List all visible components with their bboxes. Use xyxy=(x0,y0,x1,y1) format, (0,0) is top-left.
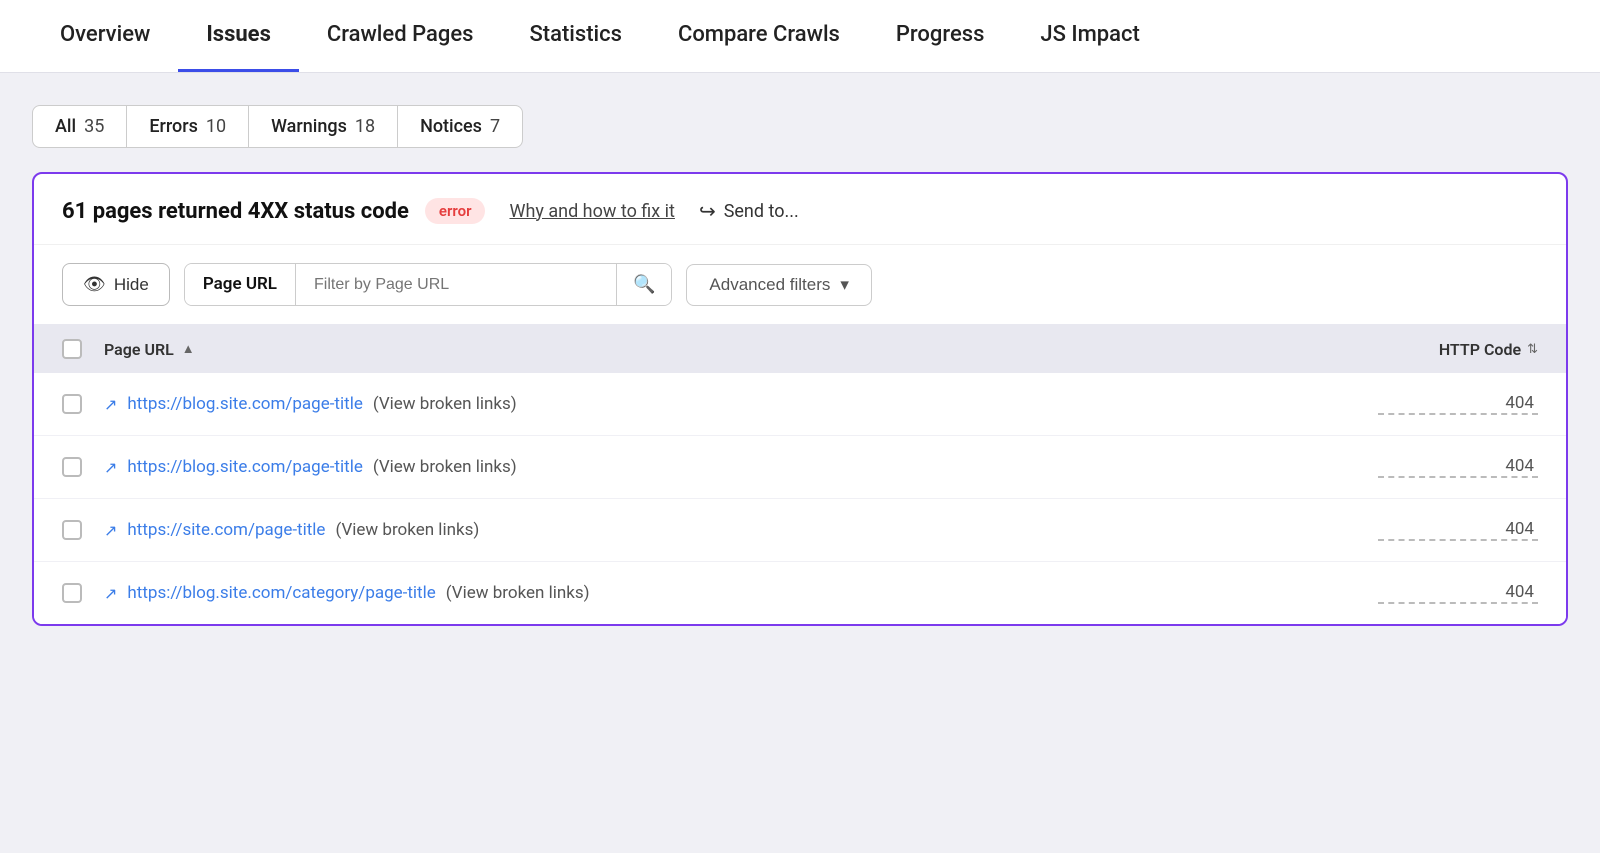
col-http-header: HTTP Code ⇅ xyxy=(1378,340,1538,359)
filter-errors-label: Errors xyxy=(149,116,198,137)
main-content: All 35 Errors 10 Warnings 18 Notices 7 6… xyxy=(0,73,1600,626)
sort-url-icon[interactable]: ▲ xyxy=(182,341,195,357)
tab-crawled-pages[interactable]: Crawled Pages xyxy=(299,0,502,72)
toolbar: 👁 Hide Page URL 🔍 Advanced filters ▾ xyxy=(34,245,1566,325)
view-broken-links[interactable]: (View broken links) xyxy=(373,394,517,414)
hide-button[interactable]: 👁 Hide xyxy=(62,263,170,306)
header-checkbox-col xyxy=(62,339,104,359)
filter-tab-notices[interactable]: Notices 7 xyxy=(398,105,523,148)
row-url-container: ↗ https://site.com/page-title (View brok… xyxy=(104,520,1378,540)
tab-overview[interactable]: Overview xyxy=(32,0,178,72)
table-row: ↗ https://blog.site.com/category/page-ti… xyxy=(34,562,1566,624)
nav-bar: Overview Issues Crawled Pages Statistics… xyxy=(0,0,1600,73)
filter-tab-errors[interactable]: Errors 10 xyxy=(127,105,249,148)
chevron-down-icon: ▾ xyxy=(840,275,849,295)
advanced-filters-button[interactable]: Advanced filters ▾ xyxy=(686,264,872,306)
filter-tabs: All 35 Errors 10 Warnings 18 Notices 7 xyxy=(32,105,1568,148)
external-link-icon: ↗ xyxy=(104,395,117,414)
row-http-col: 404 xyxy=(1378,519,1538,541)
search-icon: 🔍 xyxy=(633,274,655,294)
hide-label: Hide xyxy=(114,275,149,295)
external-link-icon: ↗ xyxy=(104,584,117,603)
http-code: 404 xyxy=(1378,393,1538,415)
filter-notices-count: 7 xyxy=(490,116,500,137)
eye-icon: 👁 xyxy=(83,274,106,295)
filter-warnings-label: Warnings xyxy=(271,116,347,137)
filter-errors-count: 10 xyxy=(206,116,226,137)
http-code: 404 xyxy=(1378,519,1538,541)
row-http-col: 404 xyxy=(1378,393,1538,415)
url-search-button[interactable]: 🔍 xyxy=(616,264,671,305)
advanced-filters-label: Advanced filters xyxy=(709,275,830,295)
view-broken-links[interactable]: (View broken links) xyxy=(446,583,590,603)
send-to-button[interactable]: ↪ Send to... xyxy=(699,199,799,223)
row-checkbox-1[interactable] xyxy=(62,457,82,477)
table-rows: ↗ https://blog.site.com/page-title (View… xyxy=(34,373,1566,624)
tab-js-impact[interactable]: JS Impact xyxy=(1012,0,1167,72)
row-checkbox-2[interactable] xyxy=(62,520,82,540)
view-broken-links[interactable]: (View broken links) xyxy=(373,457,517,477)
filter-notices-label: Notices xyxy=(420,116,482,137)
row-url-container: ↗ https://blog.site.com/page-title (View… xyxy=(104,457,1378,477)
filter-tab-all[interactable]: All 35 xyxy=(32,105,127,148)
why-link[interactable]: Why and how to fix it xyxy=(509,201,674,222)
filter-warnings-count: 18 xyxy=(355,116,375,137)
row-url-container: ↗ https://blog.site.com/category/page-ti… xyxy=(104,583,1378,603)
select-all-checkbox[interactable] xyxy=(62,339,82,359)
url-col-label: Page URL xyxy=(104,340,174,359)
sort-http-icon[interactable]: ⇅ xyxy=(1527,342,1538,357)
filter-all-label: All xyxy=(55,116,76,137)
filter-all-count: 35 xyxy=(84,116,104,137)
issue-title: 61 pages returned 4XX status code xyxy=(62,199,409,224)
issue-panel: 61 pages returned 4XX status code error … xyxy=(32,172,1568,626)
row-url-container: ↗ https://blog.site.com/page-title (View… xyxy=(104,394,1378,414)
http-code: 404 xyxy=(1378,456,1538,478)
row-checkbox-col xyxy=(62,457,104,477)
tab-statistics[interactable]: Statistics xyxy=(501,0,650,72)
row-http-col: 404 xyxy=(1378,582,1538,604)
external-link-icon: ↗ xyxy=(104,521,117,540)
row-http-col: 404 xyxy=(1378,456,1538,478)
tab-compare-crawls[interactable]: Compare Crawls xyxy=(650,0,868,72)
row-url[interactable]: https://site.com/page-title xyxy=(127,520,325,540)
view-broken-links[interactable]: (View broken links) xyxy=(335,520,479,540)
url-filter-group: Page URL 🔍 xyxy=(184,263,673,306)
table-row: ↗ https://site.com/page-title (View brok… xyxy=(34,499,1566,562)
row-checkbox-0[interactable] xyxy=(62,394,82,414)
tab-issues[interactable]: Issues xyxy=(178,0,299,72)
row-url[interactable]: https://blog.site.com/page-title xyxy=(127,457,362,477)
row-url[interactable]: https://blog.site.com/category/page-titl… xyxy=(127,583,435,603)
issue-header: 61 pages returned 4XX status code error … xyxy=(34,174,1566,245)
http-code: 404 xyxy=(1378,582,1538,604)
table-header: Page URL ▲ HTTP Code ⇅ xyxy=(34,325,1566,373)
url-filter-label: Page URL xyxy=(185,264,296,305)
tab-progress[interactable]: Progress xyxy=(868,0,1013,72)
data-table: Page URL ▲ HTTP Code ⇅ ↗ https://blog.si… xyxy=(34,325,1566,624)
http-col-label: HTTP Code xyxy=(1439,340,1521,359)
error-badge: error xyxy=(425,198,486,224)
col-url-header: Page URL ▲ xyxy=(104,340,1378,359)
filter-tab-warnings[interactable]: Warnings 18 xyxy=(249,105,398,148)
send-arrow-icon: ↪ xyxy=(699,199,716,223)
table-row: ↗ https://blog.site.com/page-title (View… xyxy=(34,373,1566,436)
external-link-icon: ↗ xyxy=(104,458,117,477)
row-checkbox-3[interactable] xyxy=(62,583,82,603)
url-filter-input[interactable] xyxy=(296,264,616,305)
row-checkbox-col xyxy=(62,394,104,414)
row-url[interactable]: https://blog.site.com/page-title xyxy=(127,394,362,414)
row-checkbox-col xyxy=(62,520,104,540)
table-row: ↗ https://blog.site.com/page-title (View… xyxy=(34,436,1566,499)
row-checkbox-col xyxy=(62,583,104,603)
send-to-label: Send to... xyxy=(724,201,799,222)
